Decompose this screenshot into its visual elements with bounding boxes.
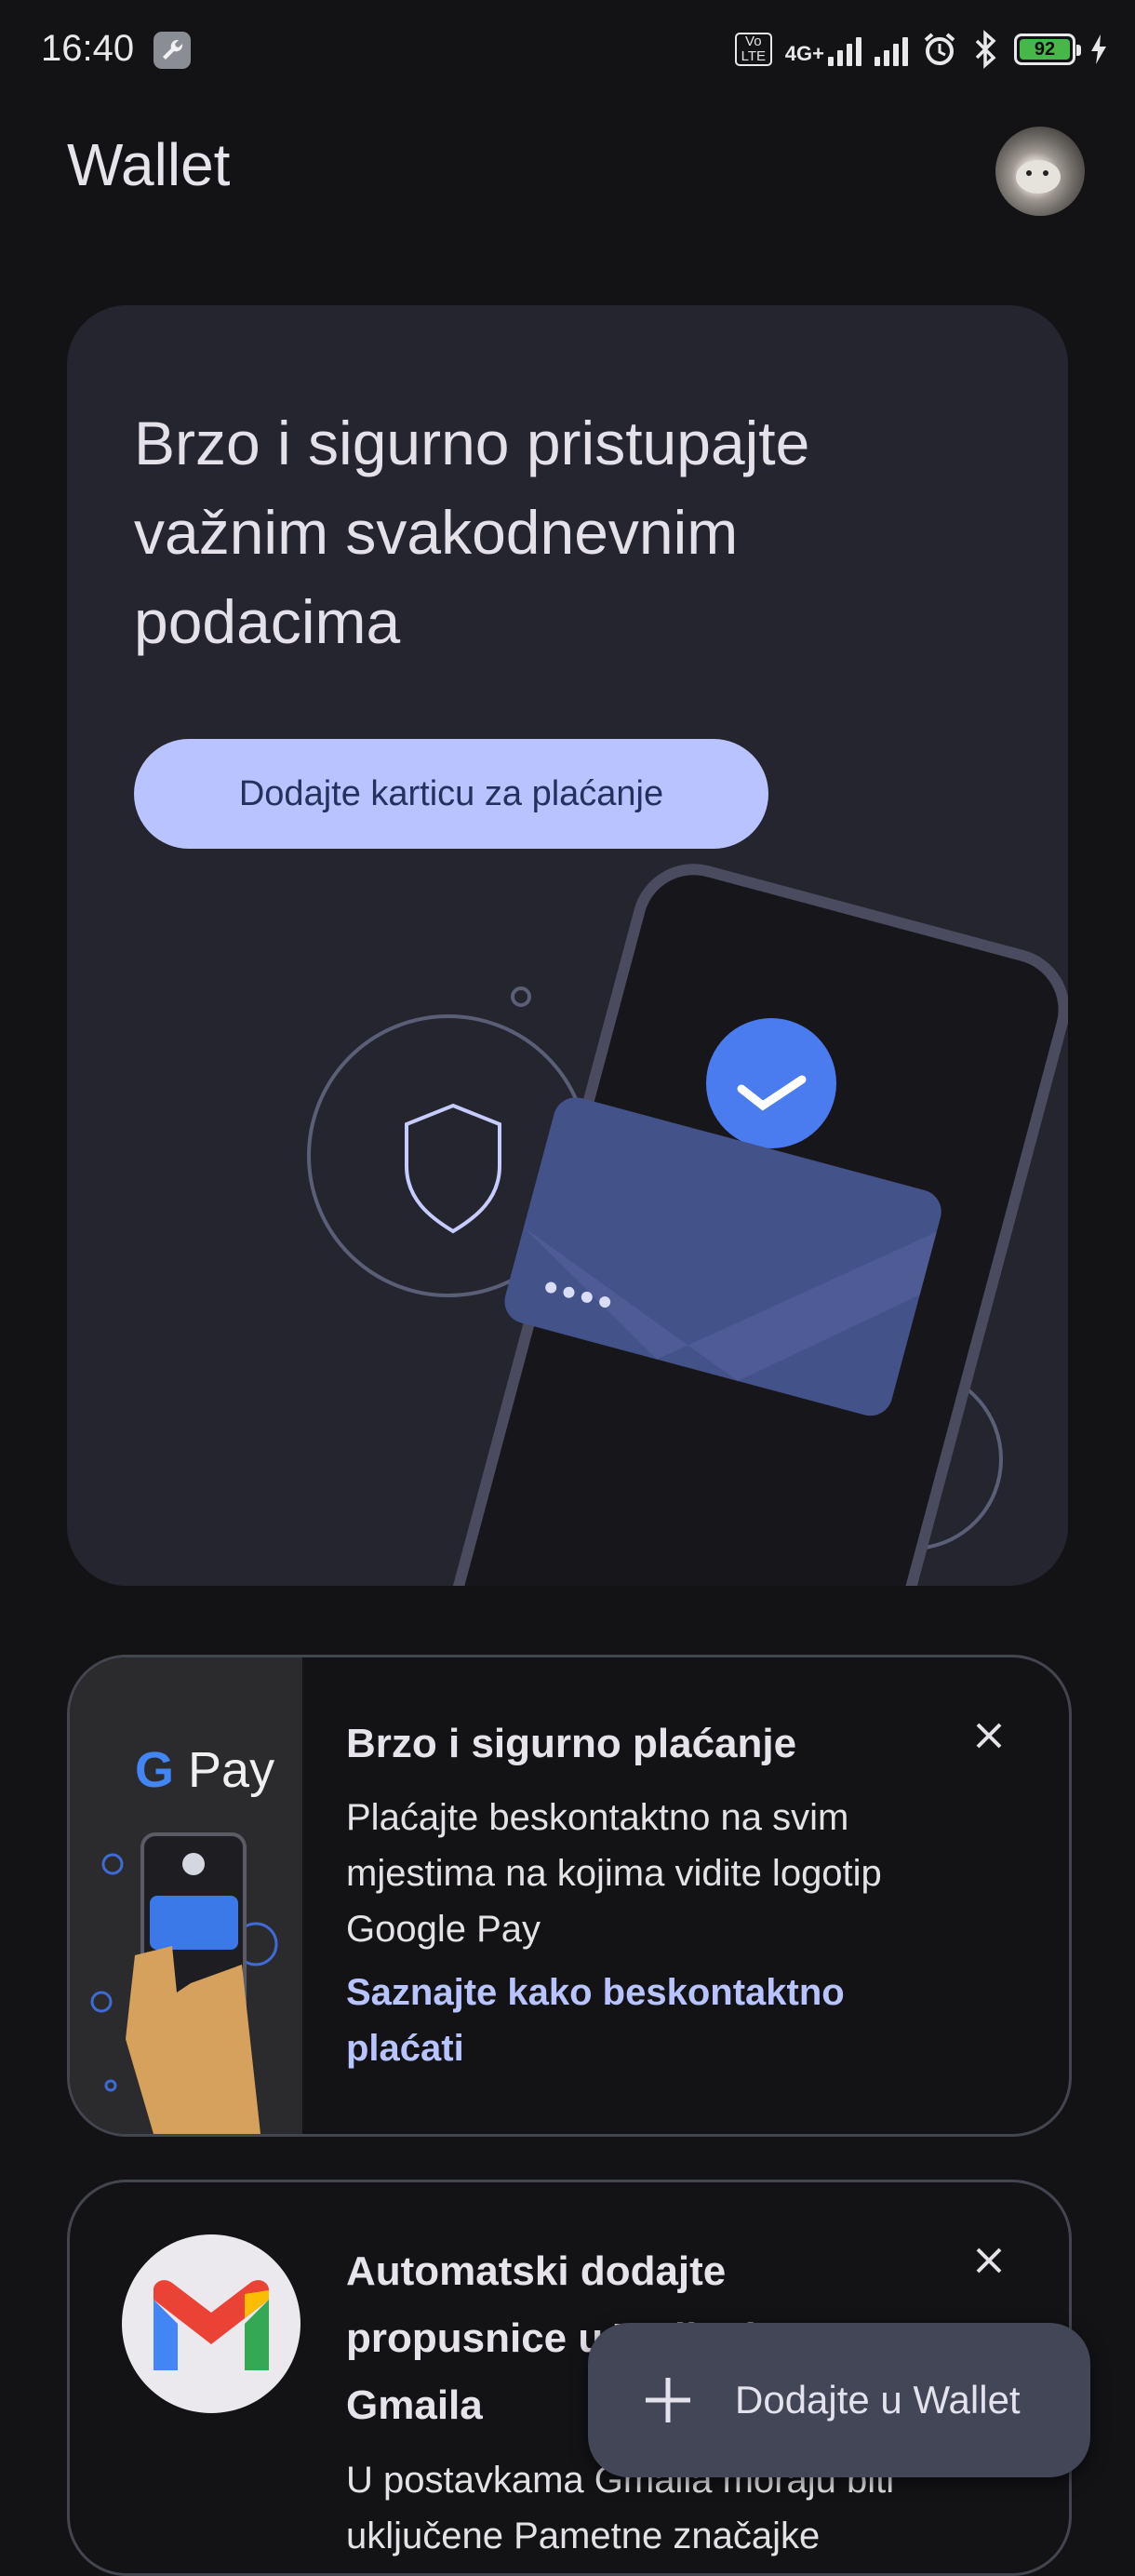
battery-level: 92 [1020,39,1070,60]
status-icons: Vo LTE 4G+ 92 [734,30,1109,69]
google-pay-logo-text: Pay [188,1742,275,1798]
wrench-icon [154,32,191,69]
add-to-wallet-fab[interactable]: Dodajte u Wallet [588,2323,1090,2477]
charging-icon [1091,34,1106,64]
google-pay-promo-card: G Pay Brzo i sigurno plaćanje Plaćajte b… [67,1655,1072,2137]
profile-avatar[interactable] [995,127,1085,216]
add-payment-card-button[interactable]: Dodajte karticu za plaćanje [134,739,768,849]
battery-icon: 92 [1014,34,1081,65]
google-pay-illustration: G Pay [70,1657,302,2134]
check-circle-icon [706,1018,836,1148]
google-g-icon: G [135,1742,175,1798]
volte-icon: Vo LTE [734,33,772,66]
add-to-wallet-label: Dodajte u Wallet [735,2378,1021,2422]
gmail-close-button[interactable] [963,2234,1015,2287]
page-title: Wallet [67,131,231,198]
bluetooth-icon [975,30,996,69]
plus-icon [646,2378,690,2422]
signal-icon-2 [875,33,908,66]
promo-body: Plaćajte beskontaktno na svim mjestima n… [346,1797,882,1950]
gmail-icon [154,2280,269,2370]
network-type-label: 4G+ [784,42,824,65]
promo-close-button[interactable] [963,1710,1015,1762]
status-time: 16:40 [41,28,135,69]
alarm-icon [924,33,955,65]
hero-card: Brzo i sigurno pristupajte važnim svakod… [67,305,1068,1586]
promo-title: Brzo i sigurno plaćanje [346,1721,797,1766]
hero-title: Brzo i sigurno pristupajte važnim svakod… [134,409,810,656]
close-icon [976,2247,1002,2274]
close-icon [976,1723,1002,1749]
gmail-logo [122,2234,300,2413]
shield-icon [405,1103,501,1234]
learn-contactless-link[interactable]: Saznajte kako beskontaktno plaćati [346,1965,923,2076]
status-bar: 16:40 Vo LTE 4G+ 92 [0,0,1135,102]
signal-icon [828,33,861,66]
volte-label: Vo LTE [741,34,766,64]
